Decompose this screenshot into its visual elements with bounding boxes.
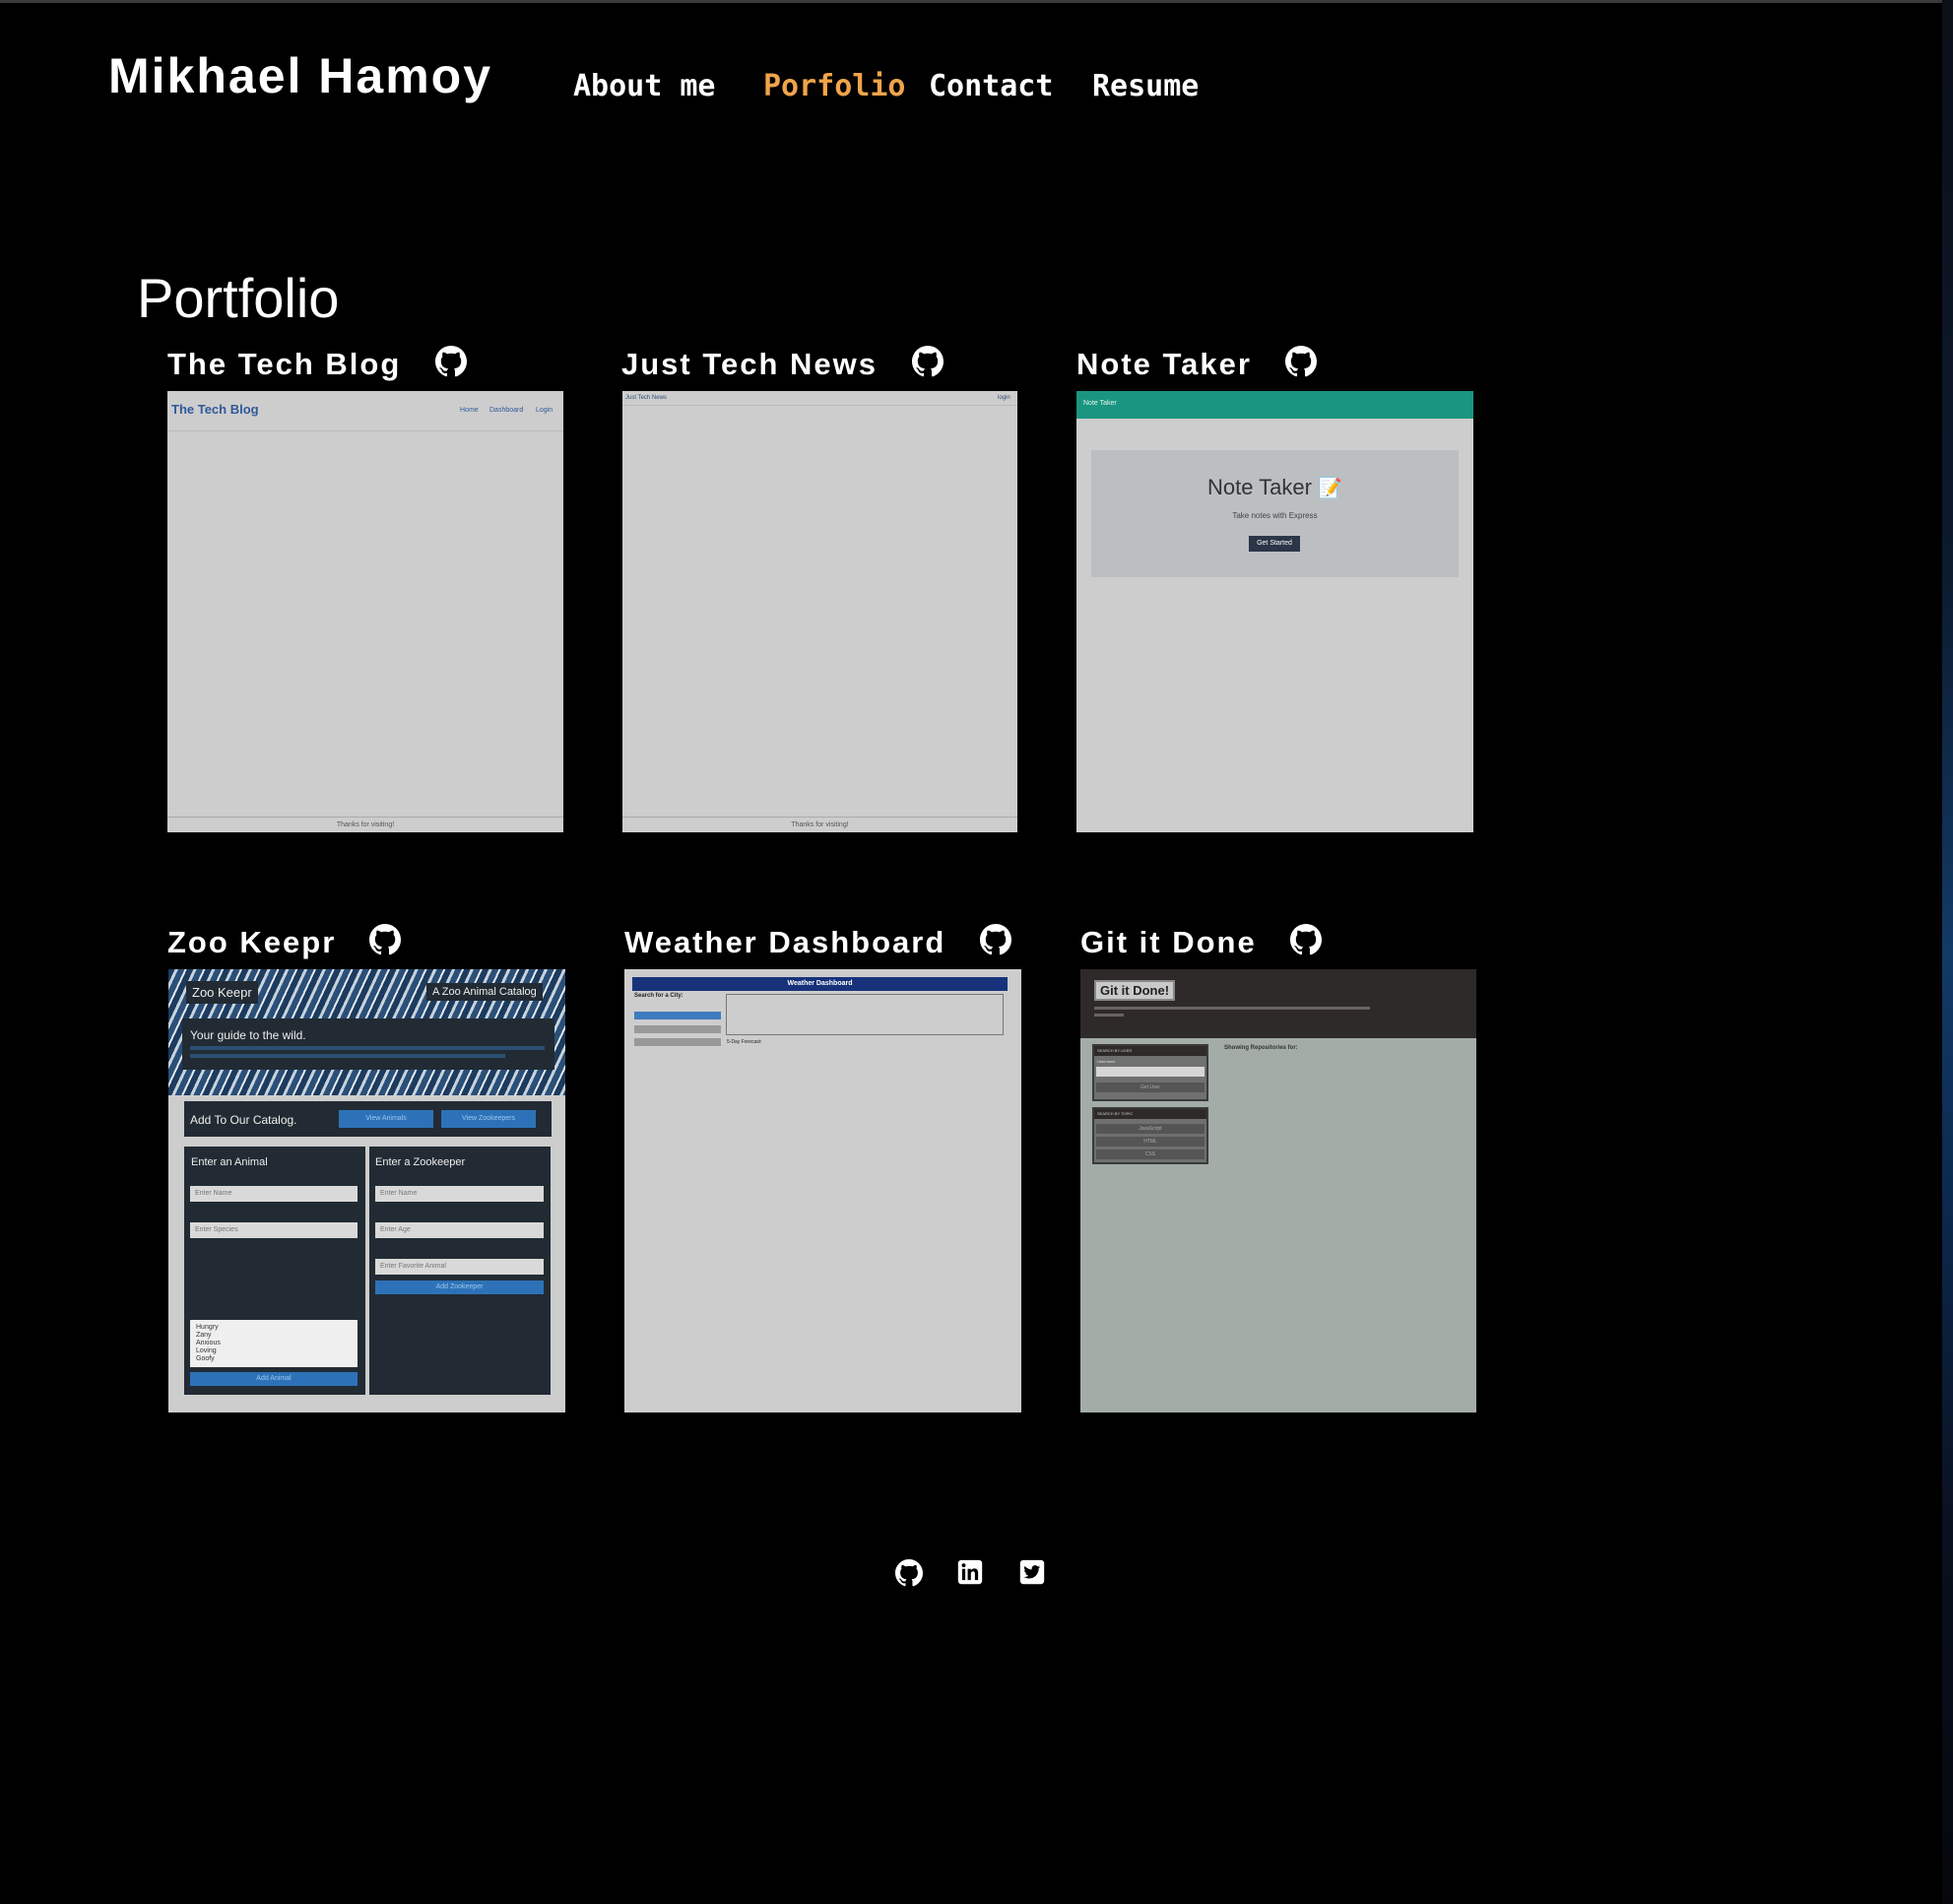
project-title: Zoo Keepr (167, 925, 337, 959)
preview-brand: Just Tech News (625, 395, 667, 401)
github-icon[interactable] (369, 924, 402, 955)
preview-hero-copy (190, 1054, 505, 1058)
project-preview-weather-dashboard[interactable]: Weather Dashboard Search for a City: 5-D… (624, 969, 1021, 1412)
github-icon[interactable] (435, 346, 468, 377)
divider (167, 817, 563, 818)
project-title: Just Tech News (621, 347, 879, 381)
preview-form-title: Enter a Zookeeper (375, 1156, 466, 1168)
github-icon[interactable] (1285, 346, 1318, 377)
preview-traits-list: Hungry Zany Anxious Loving Goofy (190, 1320, 358, 1367)
preview-button: Add Zookeeper (375, 1280, 544, 1294)
preview-brand: Git it Done! (1094, 980, 1176, 1001)
preview-footer: Thanks for visiting! (336, 821, 395, 828)
preview-subheading: Take notes with Express (1232, 511, 1318, 520)
preview-nav-item: Login (536, 407, 553, 414)
preview-button: JavaScript (1096, 1124, 1204, 1134)
preview-header: Weather Dashboard (632, 977, 1008, 991)
preview-input: Enter Age (375, 1222, 544, 1238)
project-preview-zoo-keepr[interactable]: Zoo Keepr A Zoo Animal Catalog Your guid… (168, 969, 565, 1412)
preview-button: Add Animal (190, 1372, 358, 1386)
github-icon[interactable] (912, 346, 944, 377)
twitter-icon[interactable] (1019, 1559, 1047, 1587)
preview-input: Enter Name (190, 1186, 358, 1202)
preview-hero-text: Your guide to the wild. (190, 1028, 306, 1042)
preview-current-weather (726, 994, 1004, 1035)
github-icon[interactable] (895, 1559, 924, 1587)
page-title: Portfolio (137, 267, 340, 329)
nav-about-me[interactable]: About me (573, 69, 716, 103)
preview-header-copy (1094, 1014, 1124, 1017)
nav-contact[interactable]: Contact (929, 69, 1053, 103)
preview-history-item (634, 1038, 721, 1046)
project-title: Note Taker (1076, 347, 1252, 381)
preview-field-label: Username (1097, 1059, 1116, 1064)
preview-hero-box (182, 1018, 554, 1070)
preview-nav-item: Home (460, 407, 479, 414)
project-title: Weather Dashboard (624, 925, 946, 959)
preview-navbar (1076, 391, 1473, 419)
preview-footer: Thanks for visiting! (791, 821, 849, 828)
nav-resume[interactable]: Resume (1092, 69, 1199, 103)
preview-form-title: SEARCH BY USER (1094, 1046, 1206, 1056)
preview-search-label: Search for a City: (634, 993, 684, 999)
nav-portfolio[interactable]: Porfolio (763, 69, 906, 103)
preview-nav-item: login (998, 395, 1010, 401)
preview-button: CSS (1096, 1149, 1204, 1159)
divider (622, 405, 1017, 406)
github-icon[interactable] (1290, 924, 1323, 955)
preview-button: HTML (1096, 1137, 1204, 1147)
project-preview-note-taker[interactable]: Note Taker Note Taker 📝 Take notes with … (1076, 391, 1473, 832)
project-title: The Tech Blog (167, 347, 402, 381)
preview-button: View Animals (339, 1110, 433, 1128)
preview-header-copy (1094, 1007, 1370, 1010)
preview-input: Enter Favorite Animal (375, 1259, 544, 1275)
preview-input (1096, 1067, 1204, 1077)
site-brand[interactable]: Mikhael Hamoy (108, 47, 492, 104)
preview-tagline: A Zoo Animal Catalog (426, 983, 543, 1001)
preview-search-button (634, 1012, 721, 1019)
preview-brand: Note Taker (1083, 400, 1117, 407)
project-title: Git it Done (1080, 925, 1257, 959)
preview-hero-copy (190, 1046, 545, 1050)
preview-brand: Zoo Keepr (186, 981, 258, 1004)
preview-results-label: Showing Repositories for: (1224, 1045, 1298, 1051)
preview-nav-item: Dashboard (489, 407, 524, 414)
preview-form-title: Enter an Animal (191, 1156, 268, 1168)
divider (622, 817, 1017, 818)
preview-input: Enter Name (375, 1186, 544, 1202)
preview-forecast-label: 5-Day Forecast: (727, 1039, 762, 1045)
preview-heading: Note Taker 📝 (1206, 475, 1342, 499)
preview-button: View Zookeepers (441, 1110, 536, 1128)
github-icon[interactable] (980, 924, 1012, 955)
project-preview-just-tech-news[interactable]: Just Tech News login Thanks for visiting… (622, 391, 1017, 832)
preview-button: Get User (1096, 1083, 1204, 1092)
preview-history-item (634, 1025, 721, 1033)
preview-button: Get Started (1249, 536, 1300, 552)
preview-catalog-title: Add To Our Catalog. (190, 1113, 297, 1127)
preview-input: Enter Species (190, 1222, 358, 1238)
window-edge (1942, 0, 1953, 1904)
linkedin-icon[interactable] (957, 1559, 985, 1587)
preview-brand: The Tech Blog (171, 402, 259, 417)
project-preview-git-it-done[interactable]: Git it Done! SEARCH BY USER Username Get… (1080, 969, 1476, 1412)
project-preview-tech-blog[interactable]: The Tech Blog Home Dashboard Login Thank… (167, 391, 563, 832)
divider (167, 430, 563, 431)
preview-form-title: SEARCH BY TOPIC (1094, 1109, 1206, 1119)
window-top-border (0, 0, 1953, 3)
